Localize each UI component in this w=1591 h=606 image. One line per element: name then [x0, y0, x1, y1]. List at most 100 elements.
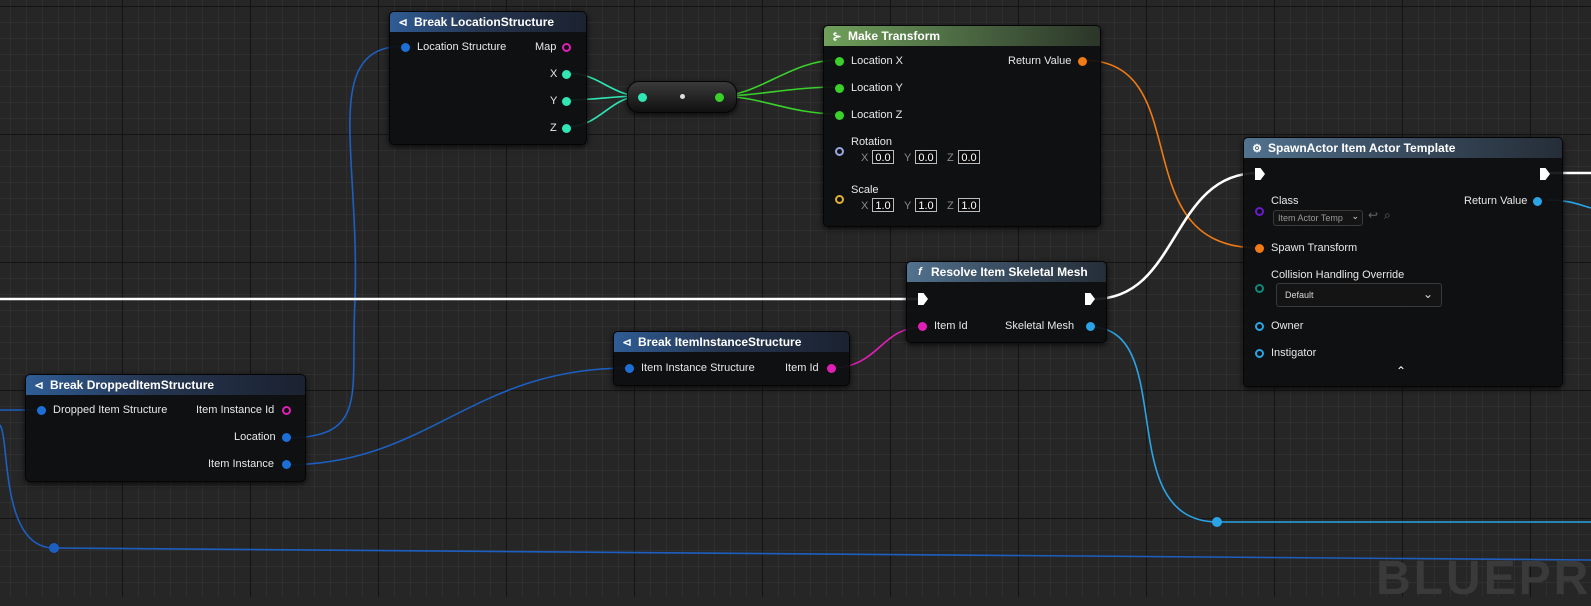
- instigator-pin[interactable]: [1255, 349, 1264, 358]
- node-header: ⚙ SpawnActor Item Actor Template: [1244, 138, 1562, 158]
- pin-label: Return Value: [1464, 195, 1528, 207]
- class-dropdown[interactable]: Item Actor Temp ⌄: [1273, 210, 1363, 226]
- pin-label: Skeletal Mesh: [1005, 320, 1075, 332]
- pin-label: Item Instance Structure: [641, 362, 755, 374]
- pin-label: Z: [550, 122, 557, 134]
- chevron-up-icon[interactable]: ⌃: [1396, 364, 1406, 378]
- return-value-pin[interactable]: [1533, 197, 1542, 206]
- node-title: Make Transform: [848, 29, 941, 43]
- collision-pin[interactable]: [1255, 284, 1264, 293]
- rotation-x-field[interactable]: 0.0: [872, 150, 894, 164]
- rotation-z-field[interactable]: 0.0: [958, 150, 980, 164]
- location-pin[interactable]: [282, 433, 291, 442]
- pin-label: Location Structure: [417, 41, 507, 53]
- browse-icon[interactable]: ↩: [1368, 208, 1378, 222]
- node-title: SpawnActor Item Actor Template: [1268, 141, 1456, 155]
- location-y-pin[interactable]: [835, 84, 844, 93]
- split-vector-node[interactable]: [627, 81, 737, 113]
- node-title: Break ItemInstanceStructure: [638, 335, 802, 349]
- skeletal-mesh-pin[interactable]: [1086, 322, 1095, 331]
- pin-label: Instigator: [1271, 347, 1317, 359]
- item-id-pin[interactable]: [918, 322, 927, 331]
- item-instance-pin[interactable]: [282, 460, 291, 469]
- location-structure-pin[interactable]: [401, 43, 410, 52]
- node-title: Break DroppedItemStructure: [50, 378, 215, 392]
- node-header: ⊲ Break ItemInstanceStructure: [614, 332, 849, 352]
- axis-label: Y: [904, 200, 912, 212]
- wire-transform: [1081, 59, 1260, 249]
- item-instance-id-pin[interactable]: [282, 406, 291, 415]
- y-pin[interactable]: [562, 97, 571, 106]
- exec-in-pin[interactable]: [918, 293, 928, 305]
- scale-pin[interactable]: [835, 195, 844, 204]
- location-z-pin[interactable]: [835, 111, 844, 120]
- node-header: f Resolve Item Skeletal Mesh: [907, 262, 1106, 282]
- spawn-actor-icon: ⚙: [1252, 142, 1262, 155]
- break-struct-icon: ⊲: [398, 16, 408, 29]
- pin-label: Y: [550, 95, 558, 107]
- pin-label: Location Y: [851, 82, 903, 94]
- break-location-node[interactable]: ⊲ Break LocationStructure Location Struc…: [389, 11, 587, 145]
- break-item-instance-node[interactable]: ⊲ Break ItemInstanceStructure Item Insta…: [613, 331, 850, 386]
- spawn-actor-node[interactable]: ⚙ SpawnActor Item Actor Template Class I…: [1243, 137, 1563, 387]
- spawn-transform-pin[interactable]: [1255, 244, 1264, 253]
- make-transform-node[interactable]: ⊱ Make Transform Location X Return Value…: [823, 25, 1101, 227]
- split-output-pin[interactable]: [715, 93, 724, 102]
- class-pin[interactable]: [1255, 207, 1264, 216]
- item-instance-structure-pin[interactable]: [625, 364, 634, 373]
- rotation-pin[interactable]: [835, 147, 844, 156]
- axis-label: X: [861, 200, 869, 212]
- wire-exec-spawn: [1093, 171, 1259, 301]
- axis-label: Z: [947, 200, 954, 212]
- break-dropped-item-node[interactable]: ⊲ Break DroppedItemStructure Dropped Ite…: [25, 374, 306, 482]
- pin-label: Item Instance: [208, 458, 275, 470]
- return-value-pin[interactable]: [1078, 57, 1087, 66]
- pin-label: Owner: [1271, 320, 1304, 332]
- pin-label: Dropped Item Structure: [53, 404, 168, 416]
- class-value: Item Actor Temp: [1278, 213, 1343, 223]
- pin-label: Scale: [851, 184, 879, 196]
- pin-label: Location Z: [851, 109, 903, 121]
- location-x-pin[interactable]: [835, 57, 844, 66]
- pin-label: Location X: [851, 55, 903, 67]
- node-title: Resolve Item Skeletal Mesh: [931, 265, 1088, 279]
- pin-label: Item Id: [934, 320, 968, 332]
- scale-x-field[interactable]: 1.0: [872, 198, 894, 212]
- map-pin[interactable]: [562, 43, 571, 52]
- resolve-mesh-node[interactable]: f Resolve Item Skeletal Mesh Item Id Ske…: [906, 261, 1107, 343]
- node-header: ⊲ Break LocationStructure: [390, 12, 586, 32]
- reroute-node-struct[interactable]: [49, 543, 59, 553]
- scale-z-field[interactable]: 1.0: [958, 198, 980, 212]
- z-pin[interactable]: [562, 124, 571, 133]
- split-input-pin[interactable]: [638, 93, 647, 102]
- x-pin[interactable]: [562, 70, 571, 79]
- pin-label: Item Id: [785, 362, 819, 374]
- collision-dropdown[interactable]: Default ⌄: [1276, 283, 1442, 307]
- chevron-down-icon: ⌄: [1422, 287, 1433, 301]
- rotation-y-field[interactable]: 0.0: [915, 150, 937, 164]
- pin-label: Spawn Transform: [1271, 242, 1358, 254]
- pin-label: Return Value: [1008, 55, 1072, 67]
- axis-label: X: [861, 152, 869, 164]
- owner-pin[interactable]: [1255, 322, 1264, 331]
- pin-label: Map: [535, 41, 557, 53]
- collision-value: Default: [1285, 290, 1314, 300]
- item-id-pin[interactable]: [827, 364, 836, 373]
- make-struct-icon: ⊱: [832, 30, 842, 43]
- node-title: Break LocationStructure: [414, 15, 555, 29]
- pin-label: Collision Handling Override: [1271, 269, 1405, 281]
- pin-label: X: [550, 68, 558, 80]
- pin-label: Location: [234, 431, 276, 443]
- exec-in-pin[interactable]: [1255, 168, 1265, 180]
- search-icon[interactable]: ⌕: [1384, 208, 1391, 223]
- axis-label: Z: [947, 152, 954, 164]
- pin-label: Class: [1271, 195, 1299, 207]
- scale-y-field[interactable]: 1.0: [915, 198, 937, 212]
- exec-out-pin[interactable]: [1540, 168, 1550, 180]
- axis-label: Y: [904, 152, 912, 164]
- reroute-node-object[interactable]: [1212, 517, 1222, 527]
- exec-out-pin[interactable]: [1085, 293, 1095, 305]
- node-header: ⊲ Break DroppedItemStructure: [26, 375, 305, 395]
- break-struct-icon: ⊲: [622, 336, 632, 349]
- dropped-item-structure-pin[interactable]: [37, 406, 46, 415]
